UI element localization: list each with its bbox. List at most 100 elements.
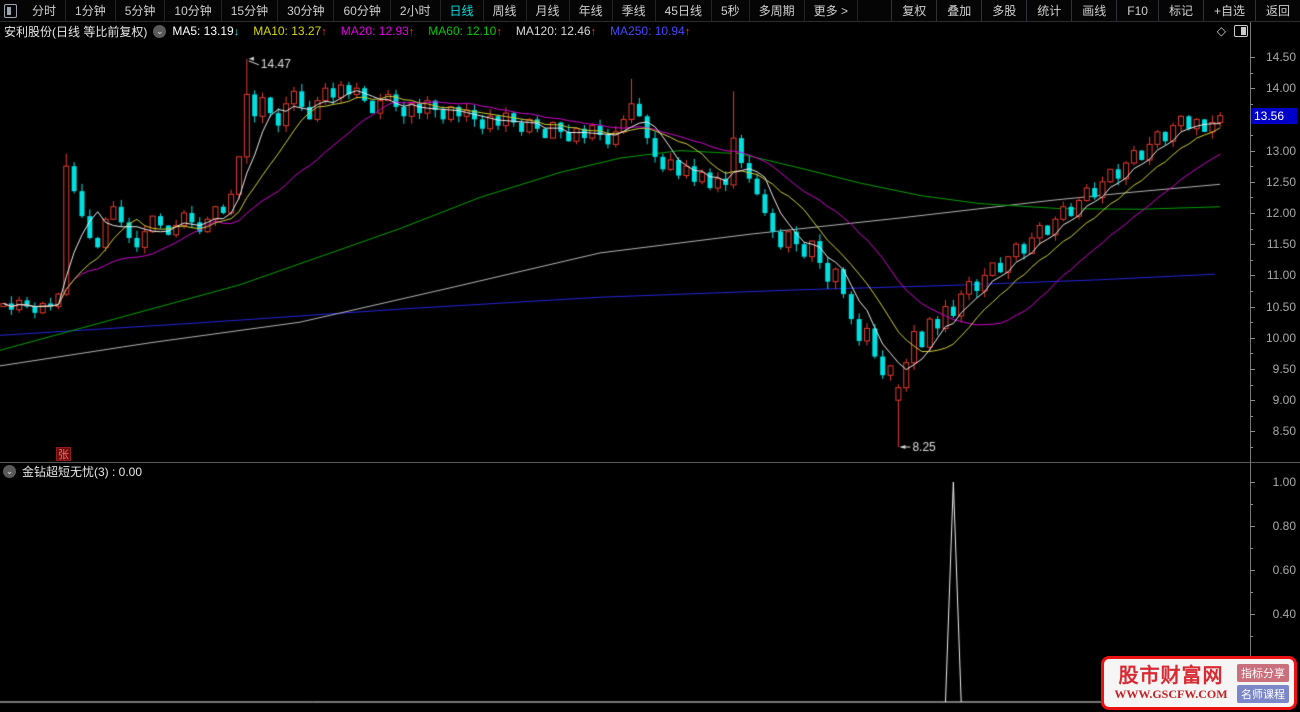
axis-tick <box>1250 526 1255 527</box>
watermark-badges: 指标分享 名师课程 <box>1237 663 1289 703</box>
price-axis-label: 11.50 <box>1266 237 1296 252</box>
price-axis-label: 14.50 <box>1265 50 1296 64</box>
axis-tick <box>1250 353 1253 355</box>
menu-item-周线[interactable]: 周线 <box>484 0 527 21</box>
ma-label: MA20: 12.93↑ <box>340 24 415 38</box>
ma-trend-arrow: ↓ <box>233 26 240 38</box>
menu-item-返回[interactable]: 返回 <box>1254 0 1300 21</box>
axis-tick <box>1250 291 1253 292</box>
top-menu-bar: 分时 1分钟 5分钟 10分钟 15分钟 30分钟 60分钟 2小时 日线 周线 月线 年线 季线 45日… <box>0 0 1300 22</box>
axis-tick <box>1250 213 1255 214</box>
menu-item-15分钟[interactable]: 15分钟 <box>222 0 279 21</box>
ma-label: MA10: 13.27↑ <box>253 24 327 38</box>
stock-title: 安利股份(日线 等比前复权) <box>4 24 148 39</box>
indicator-title: 金钻超短无忧(3) : 0.00 <box>22 465 143 479</box>
axis-tick <box>1250 197 1253 199</box>
watermark-badge: 指标分享 <box>1237 663 1289 682</box>
axis-tick <box>1250 306 1255 308</box>
ma-label: MA250: 10.94↑ <box>610 24 691 38</box>
panel-divider[interactable] <box>0 462 1300 463</box>
axis-tick <box>1250 482 1255 483</box>
app-window-icon[interactable] <box>4 3 17 18</box>
indicator-axis-label: 1.00 <box>1272 475 1296 489</box>
indicator-axis-label: 0.80 <box>1272 519 1296 533</box>
axis-tick <box>1250 166 1253 168</box>
menu-item-30分钟[interactable]: 30分钟 <box>278 0 335 21</box>
price-axis-label: 13.00 <box>1265 143 1296 158</box>
last-price-tag: 13.56 <box>1251 107 1297 124</box>
watermark-url: WWW.GSCFW.COM <box>1114 686 1228 701</box>
price-axis-label: 10.50 <box>1265 299 1296 314</box>
menu-item-10分钟[interactable]: 10分钟 <box>165 0 222 21</box>
ma-trend-arrow: ↑ <box>590 26 597 38</box>
menu-item-5秒[interactable]: 5秒 <box>712 0 750 21</box>
menu-item-60分钟[interactable]: 60分钟 <box>334 0 391 21</box>
axis-tick <box>1250 181 1255 183</box>
indicator-chevron-icon[interactable]: ⌄ <box>3 465 16 478</box>
price-axis-label: 12.50 <box>1265 174 1296 189</box>
menu-item-更多 >[interactable]: 更多 > <box>805 0 858 21</box>
main-price-chart[interactable] <box>0 40 1250 462</box>
tool-menu: 复权 叠加 多股 统计 画线 F10 标记 +自选 返回 <box>891 0 1300 21</box>
menu-item-年线[interactable]: 年线 <box>570 0 613 21</box>
axis-tick <box>1250 447 1253 448</box>
axis-tick <box>1250 369 1255 370</box>
menu-item-45日线[interactable]: 45日线 <box>656 0 712 21</box>
indicator-axis-label: 0.40 <box>1272 607 1296 621</box>
axis-tick <box>1250 72 1253 74</box>
axis-tick <box>1250 570 1255 571</box>
axis-tick <box>1250 415 1253 417</box>
menu-item-5分钟[interactable]: 5分钟 <box>116 0 166 21</box>
menu-item-多周期[interactable]: 多周期 <box>750 0 805 21</box>
menu-item-1分钟[interactable]: 1分钟 <box>66 0 116 21</box>
layout-panel-icon[interactable] <box>1234 25 1248 37</box>
axis-tick <box>1250 135 1253 136</box>
watermark-title: 股市财富网 <box>1118 664 1224 687</box>
axis-tick <box>1250 548 1253 549</box>
price-axis-label: 10.00 <box>1265 330 1296 345</box>
menu-item-标记[interactable]: 标记 <box>1157 0 1203 21</box>
axis-tick <box>1250 431 1255 433</box>
menu-item-日线[interactable]: 日线 <box>441 0 484 21</box>
ma-label: MA120: 12.46↑ <box>515 24 597 38</box>
menu-item-2小时[interactable]: 2小时 <box>391 0 441 21</box>
menu-item-画线[interactable]: 画线 <box>1071 0 1116 21</box>
ma-trend-arrow: ↑ <box>684 26 691 38</box>
axis-tick <box>1250 103 1253 105</box>
axis-tick <box>1250 88 1255 90</box>
ma-label: MA60: 12.10↑ <box>428 24 502 38</box>
signal-marker-badge: 张 <box>56 447 71 461</box>
axis-tick <box>1250 244 1255 246</box>
ma-label: MA5: 13.19↓ <box>172 24 240 38</box>
axis-tick <box>1250 228 1253 230</box>
menu-item-月线[interactable]: 月线 <box>527 0 570 21</box>
axis-tick <box>1250 322 1253 324</box>
axis-divider-line <box>1250 22 1251 705</box>
menu-item-叠加[interactable]: 叠加 <box>936 0 981 21</box>
chart-header: 安利股份(日线 等比前复权) ⌄ MA5: 13.19↓ MA10: 13.27↑… <box>0 22 1300 40</box>
diamond-marker-icon[interactable]: ◇ <box>1217 24 1226 38</box>
indicator-chart[interactable] <box>0 480 1250 705</box>
menu-item-复权[interactable]: 复权 <box>891 0 936 21</box>
price-axis-label: 9.50 <box>1272 362 1296 376</box>
menu-item-多股[interactable]: 多股 <box>981 0 1026 21</box>
ma-trend-arrow: ↑ <box>496 26 502 38</box>
menu-item-F10[interactable]: F10 <box>1116 0 1158 21</box>
menu-item-季线[interactable]: 季线 <box>613 0 656 21</box>
ma-trend-arrow: ↑ <box>408 26 415 38</box>
price-axis-label: 8.50 <box>1272 424 1296 439</box>
ma-trend-arrow: ↑ <box>321 26 327 38</box>
axis-tick <box>1250 275 1255 277</box>
price-axis-label: 11.00 <box>1266 268 1296 283</box>
app-window: 分时 1分钟 5分钟 10分钟 15分钟 30分钟 60分钟 2小时 日线 周线 月线 年线 季线 45日… <box>0 0 1300 712</box>
menu-item-+自选[interactable]: +自选 <box>1202 0 1255 21</box>
menu-item-统计[interactable]: 统计 <box>1026 0 1071 21</box>
axis-tick <box>1250 504 1253 505</box>
axis-tick <box>1250 259 1253 261</box>
axis-tick <box>1250 384 1253 386</box>
axis-tick <box>1250 400 1255 402</box>
axis-tick <box>1250 150 1255 152</box>
menu-item-分时[interactable]: 分时 <box>23 0 67 21</box>
price-axis-label: 12.00 <box>1265 206 1296 220</box>
collapse-chevron-icon[interactable]: ⌄ <box>153 24 167 38</box>
